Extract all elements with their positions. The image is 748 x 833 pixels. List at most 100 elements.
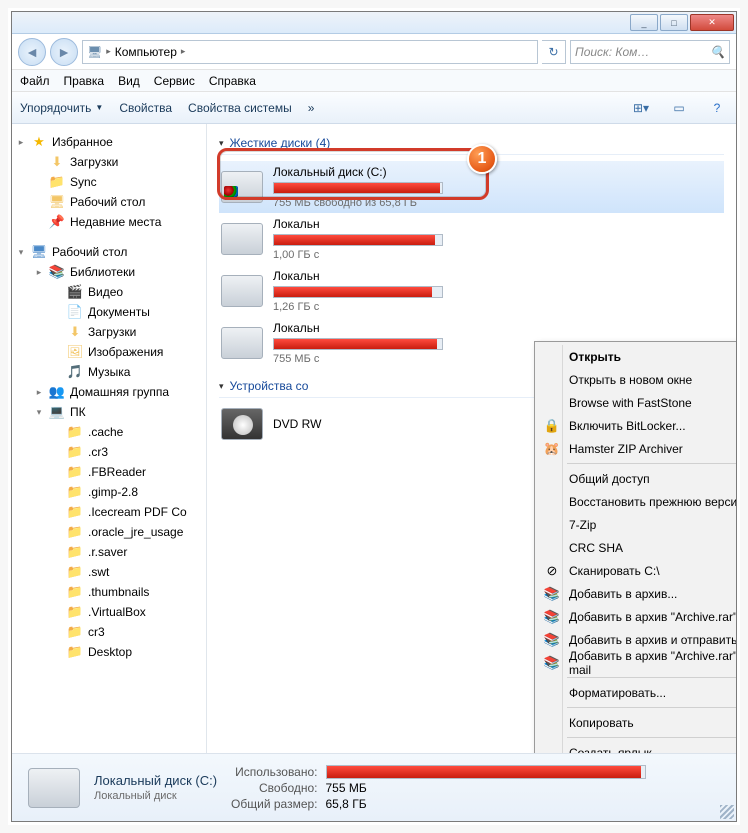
drive-item[interactable]: Локальн1,00 ГБ с xyxy=(219,213,724,265)
used-label: Использовано: xyxy=(231,765,317,779)
search-input[interactable]: Поиск: Ком… 🔍 xyxy=(570,40,730,64)
tree-item[interactable]: 🖥Рабочий стол xyxy=(16,192,202,212)
menu-edit[interactable]: Правка xyxy=(64,74,105,88)
details-type: Локальный диск xyxy=(94,790,217,802)
tree-item[interactable]: 📁.oracle_jre_usage xyxy=(16,522,202,542)
nav-row: ◄ ► 🖥 ▸ Компьютер ▸ ↻ Поиск: Ком… 🔍 xyxy=(12,34,736,70)
folder: 📁 xyxy=(67,424,83,440)
tree-item[interactable]: 📁.FBReader xyxy=(16,462,202,482)
folder: 📁 xyxy=(67,604,83,620)
context-menu-item[interactable]: Восстановить прежнюю версию xyxy=(537,490,736,513)
search-placeholder: Поиск: Ком… xyxy=(575,45,649,59)
tree-item[interactable]: ⬇Загрузки xyxy=(16,322,202,342)
sync: 📁 xyxy=(49,174,65,190)
context-menu-item[interactable]: ⊘Сканировать C:\ xyxy=(537,559,736,582)
forward-button[interactable]: ► xyxy=(50,38,78,66)
folder: 📁 xyxy=(67,464,83,480)
context-menu-item[interactable]: 7-Zip▶ xyxy=(537,513,736,536)
tree-item[interactable]: 📁.gimp-2.8 xyxy=(16,482,202,502)
used-bar xyxy=(326,765,646,779)
tree-item[interactable]: ⬇Загрузки xyxy=(16,152,202,172)
minimize-button[interactable]: _ xyxy=(630,14,658,31)
tree-item[interactable]: 🎵Музыка xyxy=(16,362,202,382)
tree-item[interactable]: 📄Документы xyxy=(16,302,202,322)
total-label: Общий размер: xyxy=(231,797,317,811)
menu-view[interactable]: Вид xyxy=(118,74,140,88)
close-button[interactable]: ✕ xyxy=(690,14,734,31)
tree-item[interactable]: 📁.cache xyxy=(16,422,202,442)
preview-pane-button[interactable]: ▭ xyxy=(668,97,690,119)
img: 🖼 xyxy=(67,344,83,360)
mus: 🎵 xyxy=(67,364,83,380)
usage-bar xyxy=(273,234,443,246)
net: 👥 xyxy=(49,384,65,400)
tree-item[interactable]: 📁cr3 xyxy=(16,622,202,642)
tree-item[interactable]: 📁.VirtualBox xyxy=(16,602,202,622)
menu-help[interactable]: Справка xyxy=(209,74,256,88)
resize-grip[interactable] xyxy=(720,805,734,819)
crumb-arrow-icon: ▸ xyxy=(106,46,111,57)
titlebar: _ □ ✕ xyxy=(12,12,736,34)
tree-item[interactable]: 🎬Видео xyxy=(16,282,202,302)
context-menu-item[interactable]: 📚Добавить в архив "Archive.rar" xyxy=(537,605,736,628)
menu-tools[interactable]: Сервис xyxy=(154,74,195,88)
menu-item-icon: 📚 xyxy=(543,631,561,649)
folder: 📁 xyxy=(67,624,83,640)
breadcrumb[interactable]: Компьютер xyxy=(115,45,177,59)
search-icon: 🔍 xyxy=(710,45,725,59)
usage-bar xyxy=(273,286,443,298)
tree-item[interactable]: 🖼Изображения xyxy=(16,342,202,362)
dvd-icon xyxy=(221,408,263,440)
folder: 📁 xyxy=(67,524,83,540)
folder: 📁 xyxy=(67,544,83,560)
toolbar-overflow[interactable]: » xyxy=(308,101,315,115)
badge-1: 1 xyxy=(467,144,497,174)
context-menu-item[interactable]: Форматировать... xyxy=(537,681,736,704)
menu-item-icon: ⊘ xyxy=(543,562,561,580)
desktop: 🖥 xyxy=(31,244,47,260)
context-menu-item[interactable]: 📚Добавить в архив "Archive.rar" и отправ… xyxy=(537,651,736,674)
context-menu-item[interactable]: CRC SHA▶ xyxy=(537,536,736,559)
menu-item-icon: 📚 xyxy=(543,585,561,603)
properties-button[interactable]: Свойства xyxy=(119,101,172,115)
context-menu-item[interactable]: 🔒Включить BitLocker... xyxy=(537,414,736,437)
folder: 📁 xyxy=(67,484,83,500)
address-bar[interactable]: 🖥 ▸ Компьютер ▸ xyxy=(82,40,538,64)
tree-item[interactable]: 📁Sync xyxy=(16,172,202,192)
context-menu-item[interactable]: Копировать xyxy=(537,711,736,734)
tree-item[interactable]: 📁Desktop xyxy=(16,642,202,662)
tree-item[interactable]: 📁.r.saver xyxy=(16,542,202,562)
tree-item[interactable]: ▸📚Библиотеки xyxy=(16,262,202,282)
drive-item[interactable]: Локальн1,26 ГБ с xyxy=(219,265,724,317)
tree-item[interactable]: 📌Недавние места xyxy=(16,212,202,232)
context-menu-item[interactable]: 🐹Hamster ZIP Archiver▶ xyxy=(537,437,736,460)
folder: 📁 xyxy=(67,584,83,600)
tree-item[interactable]: ▸👥Домашняя группа xyxy=(16,382,202,402)
tree-item[interactable]: 📁.swt xyxy=(16,562,202,582)
context-menu-item[interactable]: Создать ярлык xyxy=(537,741,736,753)
menu-file[interactable]: Файл xyxy=(20,74,50,88)
tree-item[interactable]: ▾🖥Рабочий стол xyxy=(16,242,202,262)
help-button[interactable]: ? xyxy=(706,97,728,119)
folder: 📁 xyxy=(67,644,83,660)
context-menu-item[interactable]: Открыть xyxy=(537,345,736,368)
tree-item[interactable]: 📁.thumbnails xyxy=(16,582,202,602)
tree-item[interactable]: ▾💻ПК xyxy=(16,402,202,422)
vid: 🎬 xyxy=(67,284,83,300)
tree-item[interactable]: 📁.cr3 xyxy=(16,442,202,462)
tree-item[interactable]: 📁.Icecream PDF Co xyxy=(16,502,202,522)
drive-free: 755 МБ с xyxy=(273,353,473,365)
back-button[interactable]: ◄ xyxy=(18,38,46,66)
context-menu-item[interactable]: Browse with FastStone xyxy=(537,391,736,414)
maximize-button[interactable]: □ xyxy=(660,14,688,31)
organize-button[interactable]: Упорядочить▼ xyxy=(20,101,103,115)
system-properties-button[interactable]: Свойства системы xyxy=(188,101,292,115)
view-mode-button[interactable]: ⊞▾ xyxy=(630,97,652,119)
drive-icon xyxy=(221,275,263,307)
drive-icon xyxy=(221,327,263,359)
context-menu-item[interactable]: 📚Добавить в архив... xyxy=(537,582,736,605)
refresh-button[interactable]: ↻ xyxy=(542,40,566,64)
context-menu-item[interactable]: Открыть в новом окне xyxy=(537,368,736,391)
context-menu-item[interactable]: Общий доступ▶ xyxy=(537,467,736,490)
tree-item[interactable]: ▸★Избранное xyxy=(16,132,202,152)
